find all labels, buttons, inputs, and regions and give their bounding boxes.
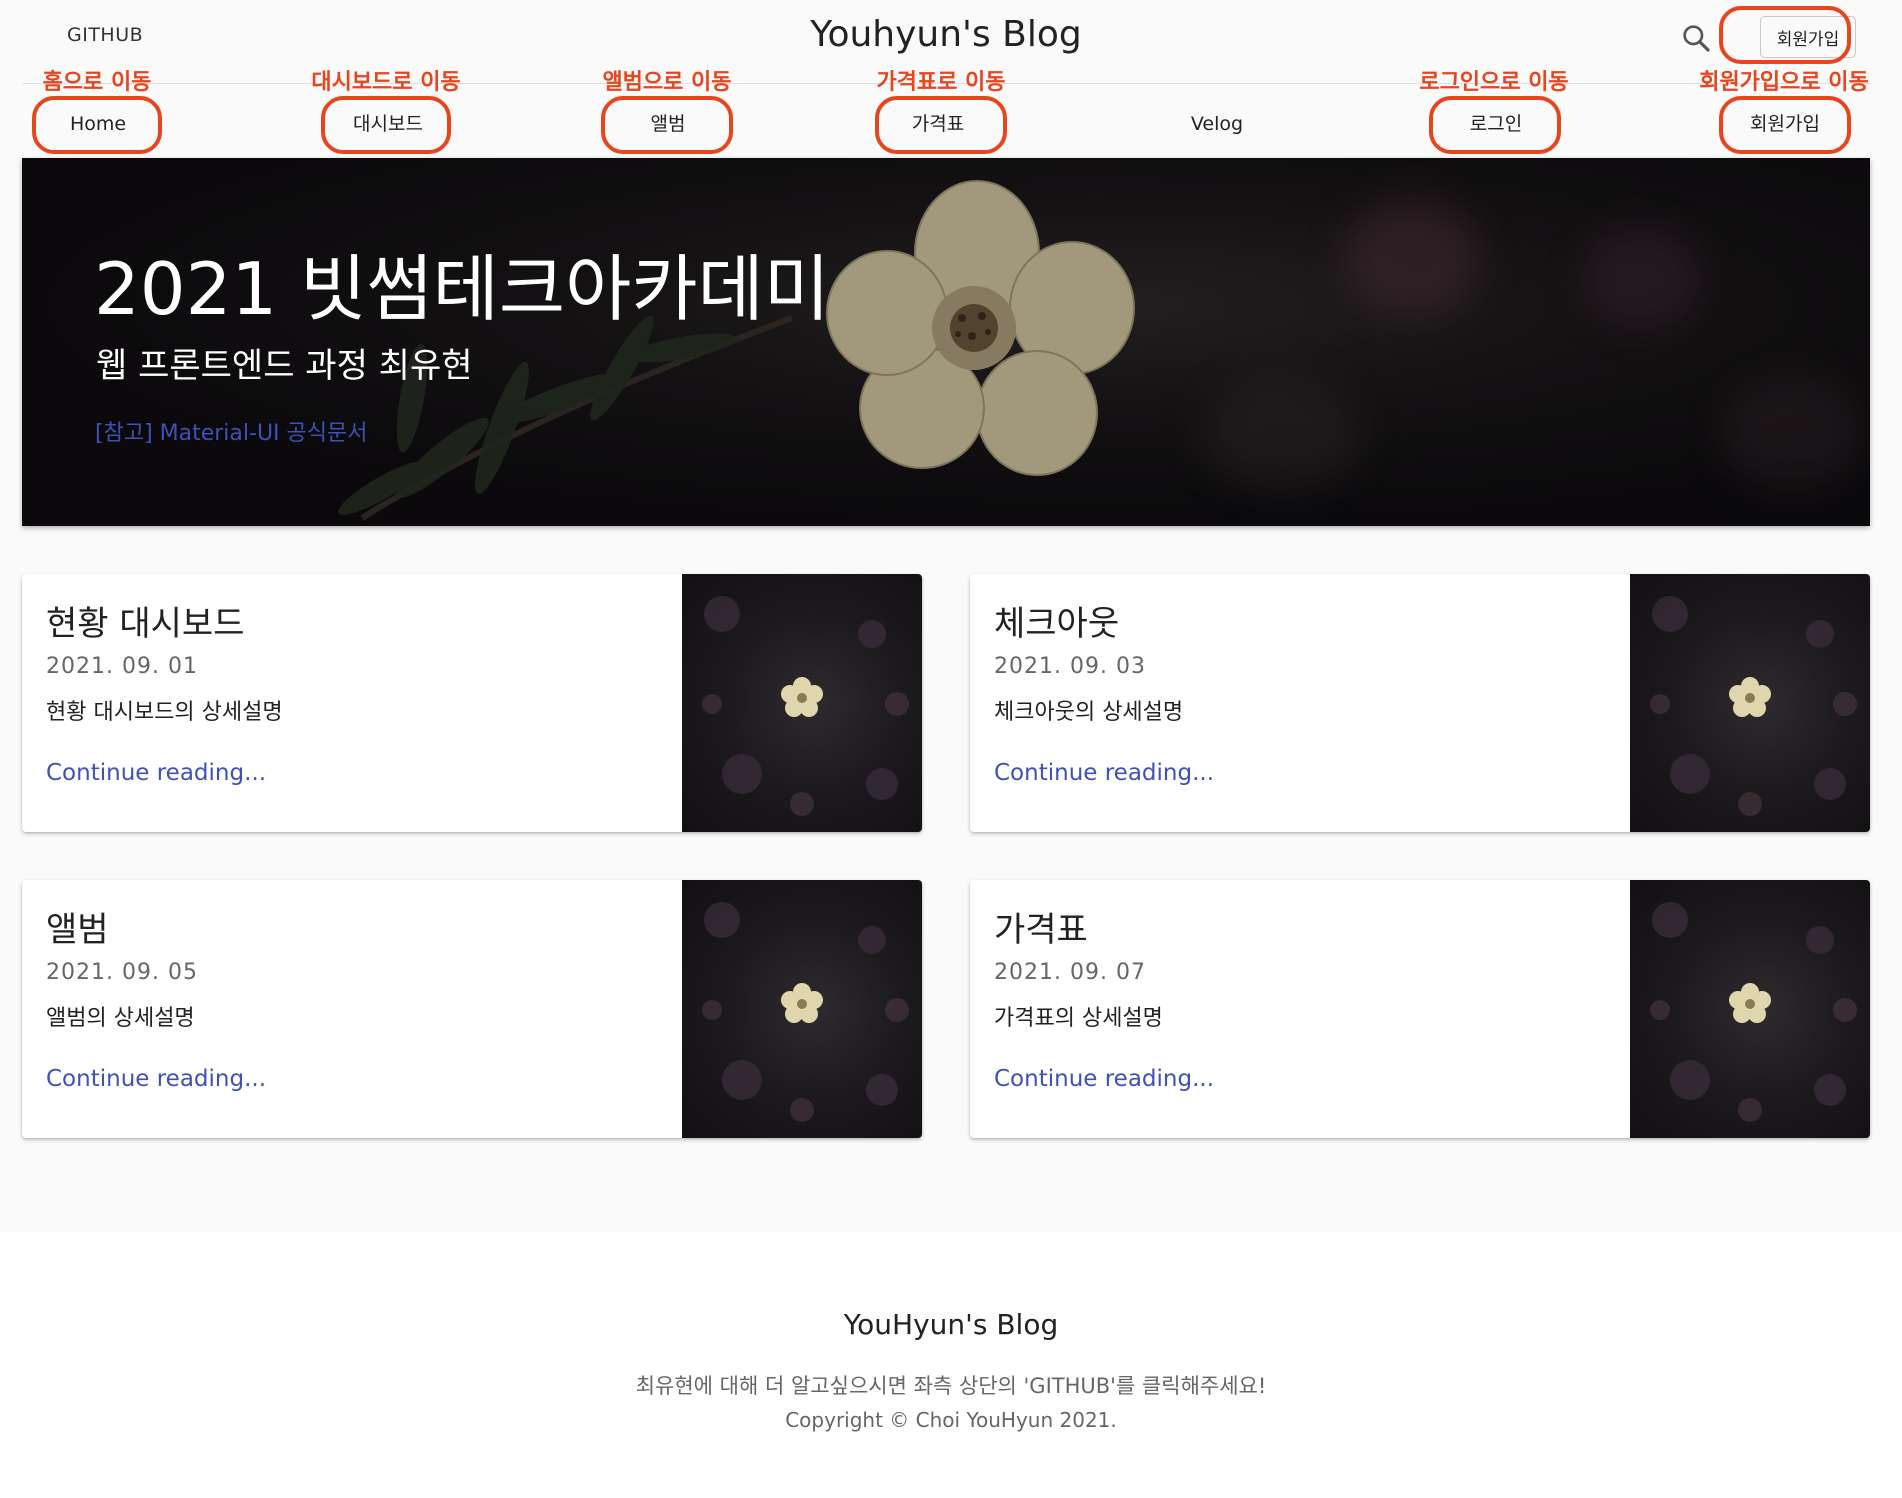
continue-reading-link[interactable]: Continue reading... (46, 760, 266, 786)
annotation-pricing-box (875, 96, 1007, 154)
search-icon (1683, 25, 1710, 52)
card-title: 앨범 (46, 910, 109, 950)
card-title: 현황 대시보드 (46, 604, 245, 644)
site-title: Youhyun's Blog (810, 14, 1082, 55)
card-date: 2021. 09. 01 (46, 654, 198, 679)
hero-title: 2021 빗썸테크아카데미 (94, 247, 831, 331)
post-card-checkout[interactable]: 체크아웃 2021. 09. 03 체크아웃의 상세설명 Continue re… (970, 574, 1870, 832)
search-button[interactable] (1680, 22, 1712, 54)
card-image (682, 880, 922, 1138)
continue-reading-link[interactable]: Continue reading... (46, 1066, 266, 1092)
annotation-home-box (32, 96, 162, 154)
flower-thumbnail-image (702, 902, 909, 1122)
post-card-pricing[interactable]: 가격표 2021. 09. 07 가격표의 상세설명 Continue read… (970, 880, 1870, 1138)
post-card-album[interactable]: 앨범 2021. 09. 05 앨범의 상세설명 Continue readin… (22, 880, 922, 1138)
card-date: 2021. 09. 03 (994, 654, 1146, 679)
annotation-header-signup-box (1719, 6, 1851, 64)
flower-thumbnail-image (702, 596, 909, 816)
card-description: 앨범의 상세설명 (46, 1006, 195, 1031)
continue-reading-link[interactable]: Continue reading... (994, 760, 1214, 786)
card-description: 현황 대시보드의 상세설명 (46, 700, 283, 725)
footer-description: 최유현에 대해 더 알고싶으시면 좌측 상단의 'GITHUB'를 클릭해주세요… (635, 1374, 1267, 1398)
annotation-album-box (601, 96, 733, 154)
nav-velog[interactable]: Velog (1147, 104, 1287, 144)
hero-banner: 2021 빗썸테크아카데미 웹 프론트엔드 과정 최유현 [참고] Materi… (22, 158, 1870, 526)
footer: YouHyun's Blog 최유현에 대해 더 알고싶으시면 좌측 상단의 '… (0, 1232, 1902, 1498)
card-image (1630, 574, 1870, 832)
hero-docs-link[interactable]: [참고] Material-UI 공식문서 (95, 415, 368, 447)
card-image (1630, 880, 1870, 1138)
annotation-signup-box (1719, 96, 1851, 154)
annotation-signup-label: 회원가입으로 이동 (1699, 70, 1869, 95)
annotation-pricing-label: 가격표로 이동 (876, 70, 1006, 95)
card-date: 2021. 09. 05 (46, 960, 198, 985)
card-description: 가격표의 상세설명 (994, 1006, 1163, 1031)
flower-thumbnail-image (1650, 596, 1857, 816)
card-description: 체크아웃의 상세설명 (994, 700, 1184, 725)
annotation-login-box (1429, 96, 1561, 154)
continue-reading-link[interactable]: Continue reading... (994, 1066, 1214, 1092)
annotation-dashboard-label: 대시보드로 이동 (311, 70, 461, 95)
footer-copyright: Copyright © Choi YouHyun 2021. (785, 1408, 1117, 1432)
hero-subtitle: 웹 프론트엔드 과정 최유현 (96, 346, 473, 386)
card-date: 2021. 09. 07 (994, 960, 1146, 985)
post-card-dashboard[interactable]: 현황 대시보드 2021. 09. 01 현황 대시보드의 상세설명 Conti… (22, 574, 922, 832)
card-title: 체크아웃 (994, 604, 1120, 644)
annotation-dashboard-box (321, 96, 451, 154)
annotation-album-label: 앨범으로 이동 (602, 70, 732, 95)
footer-title: YouHyun's Blog (843, 1308, 1059, 1341)
annotation-login-label: 로그인으로 이동 (1419, 70, 1569, 95)
annotation-home-label: 홈으로 이동 (42, 70, 152, 95)
card-image (682, 574, 922, 832)
flower-thumbnail-image (1650, 902, 1857, 1122)
card-title: 가격표 (994, 910, 1088, 950)
